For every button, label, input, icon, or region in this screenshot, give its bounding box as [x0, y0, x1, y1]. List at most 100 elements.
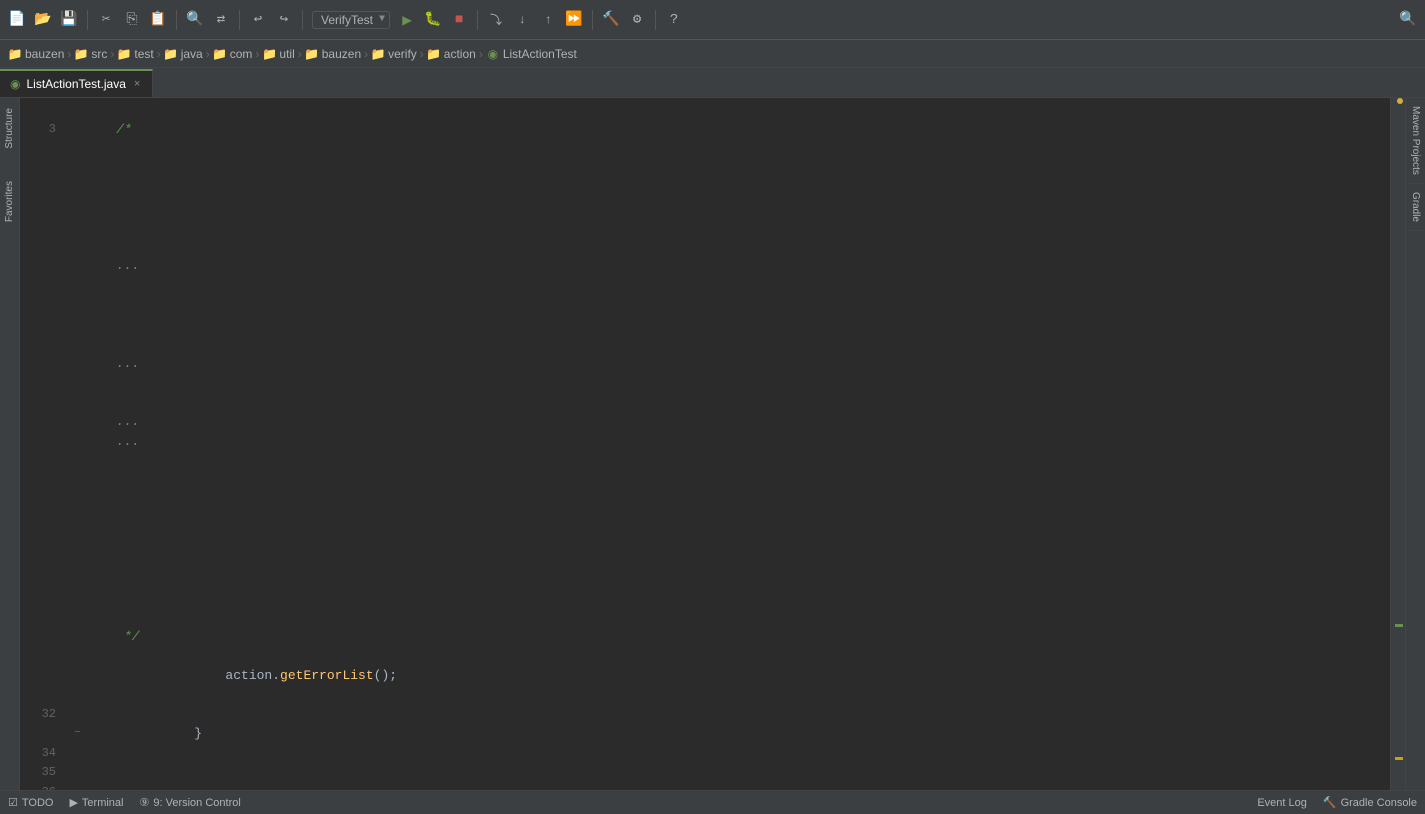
settings-icon[interactable]: ⚙: [626, 9, 648, 31]
fold-button[interactable]: −: [74, 728, 81, 739]
line-content: [85, 471, 1390, 491]
breadcrumb-java[interactable]: 📁 java: [164, 47, 203, 61]
run-config-dropdown-icon[interactable]: ▼: [379, 14, 385, 25]
step-over-icon[interactable]: ⤵: [485, 9, 507, 31]
fold-area: [70, 783, 85, 791]
breadcrumb-bar: 📁 bauzen › 📁 src › 📁 test › 📁 java › 📁 c…: [0, 40, 1425, 68]
fold-area: [70, 217, 85, 237]
code-line: ...: [62, 432, 1390, 452]
fold-area: [70, 295, 85, 315]
code-line: [62, 393, 1390, 413]
search-everywhere-icon[interactable]: 🔍: [1397, 9, 1419, 31]
event-log-button[interactable]: Event Log: [1257, 797, 1307, 809]
fold-area: [70, 393, 85, 413]
todo-button[interactable]: ☑ TODO: [8, 796, 53, 809]
toolbar-cut-icon[interactable]: ✂: [95, 9, 117, 31]
fold-area: [70, 451, 85, 471]
code-line: [62, 237, 1390, 257]
version-control-button[interactable]: ⑨ 9: Version Control: [140, 796, 241, 809]
code-token: getErrorList: [280, 668, 374, 683]
maven-projects-tab[interactable]: Maven Projects: [1408, 98, 1423, 184]
fold-area: [70, 607, 85, 627]
code-token: ...: [85, 258, 140, 273]
line-content: [85, 490, 1390, 510]
toolbar-open-icon[interactable]: 📂: [32, 9, 54, 31]
breadcrumb-bauzen2[interactable]: 📁 bauzen: [305, 47, 361, 61]
toolbar-copy-icon[interactable]: ⎘: [121, 9, 143, 31]
code-line: [62, 607, 1390, 627]
todo-label: TODO: [22, 797, 54, 809]
toolbar-find-icon[interactable]: 🔍: [184, 9, 206, 31]
code-token: action.: [163, 668, 280, 683]
breadcrumb-bauzen[interactable]: 📁 bauzen: [8, 47, 64, 61]
todo-icon: ☑: [8, 796, 18, 809]
breadcrumb-src[interactable]: 📁 src: [74, 47, 107, 61]
right-gutter[interactable]: [1390, 98, 1405, 790]
fold-area: [70, 315, 85, 335]
line-content: [85, 198, 1390, 218]
terminal-button[interactable]: ▶ Terminal: [69, 796, 123, 809]
favorites-tab[interactable]: Favorites: [2, 175, 17, 228]
toolbar-replace-icon[interactable]: ⇄: [210, 9, 232, 31]
line-content: */: [85, 627, 1390, 647]
fold-area: [70, 373, 85, 393]
toolbar-redo-icon[interactable]: ↪: [273, 9, 295, 31]
step-into-icon[interactable]: ↓: [511, 9, 533, 31]
breadcrumb-sep-4: ›: [206, 47, 210, 61]
fold-area: [70, 334, 85, 354]
line-content: [85, 373, 1390, 393]
breadcrumb-sep-3: ›: [157, 47, 161, 61]
toolbar: 📄 📂 💾 ✂ ⎘ 📋 🔍 ⇄ ↩ ↪ VerifyTest ▼ ▶ 🐛 ■ ⤵…: [0, 0, 1425, 40]
line-content: [85, 237, 1390, 257]
toolbar-sep-2: [176, 10, 177, 30]
code-token: /*: [85, 122, 132, 137]
stop-button[interactable]: ■: [448, 9, 470, 31]
structure-tab[interactable]: Structure: [2, 102, 17, 155]
breadcrumb-com[interactable]: 📁 com: [213, 47, 253, 61]
gradle-console-button[interactable]: 🔨 Gradle Console: [1323, 796, 1417, 809]
tab-close-button[interactable]: ×: [132, 77, 142, 91]
line-content: [85, 295, 1390, 315]
fold-area: [70, 159, 85, 179]
code-line-annotation: @Test: [62, 783, 1390, 791]
run-button[interactable]: ▶: [396, 9, 418, 31]
breadcrumb-listactiontest[interactable]: ◉ ListActionTest: [486, 47, 577, 61]
fold-area: [70, 471, 85, 491]
line-content: [85, 549, 1390, 569]
fold-area: [70, 490, 85, 510]
code-content[interactable]: /* ... ...: [62, 98, 1390, 790]
gradle-tab[interactable]: Gradle: [1408, 184, 1423, 231]
toolbar-undo-icon[interactable]: ↩: [247, 9, 269, 31]
toolbar-new-icon[interactable]: 📄: [6, 9, 28, 31]
line-content: ...: [85, 354, 1390, 374]
fold-area: [70, 627, 85, 647]
run-config-group[interactable]: VerifyTest ▼: [312, 11, 390, 29]
code-line: [62, 549, 1390, 569]
breadcrumb-sep-8: ›: [420, 47, 424, 61]
toolbar-save-icon[interactable]: 💾: [58, 9, 80, 31]
fold-area[interactable]: −: [70, 705, 85, 764]
gradle-console-label: Gradle Console: [1341, 797, 1417, 809]
line-content: [85, 763, 1390, 783]
breadcrumb-test[interactable]: 📁 test: [117, 47, 153, 61]
fold-area: [70, 237, 85, 257]
breadcrumb-util[interactable]: 📁 util: [262, 47, 294, 61]
line-content: [85, 393, 1390, 413]
fold-area: [70, 412, 85, 432]
help-icon[interactable]: ?: [663, 9, 685, 31]
code-line: [62, 763, 1390, 783]
resume-icon[interactable]: ⏩: [563, 9, 585, 31]
tab-listactiontest[interactable]: ◉ ListActionTest.java ×: [0, 69, 153, 97]
fold-area: [70, 568, 85, 588]
code-line-close-brace: − }: [62, 705, 1390, 764]
code-line: ...: [62, 412, 1390, 432]
folder-icon-2: 📁: [74, 47, 88, 61]
debug-button[interactable]: 🐛: [422, 9, 444, 31]
toolbar-paste-icon[interactable]: 📋: [147, 9, 169, 31]
fold-area: [70, 510, 85, 530]
breadcrumb-action[interactable]: 📁 action: [427, 47, 476, 61]
step-out-icon[interactable]: ↑: [537, 9, 559, 31]
breadcrumb-verify[interactable]: 📁 verify: [371, 47, 417, 61]
build-icon[interactable]: 🔨: [600, 9, 622, 31]
code-line: [62, 588, 1390, 608]
